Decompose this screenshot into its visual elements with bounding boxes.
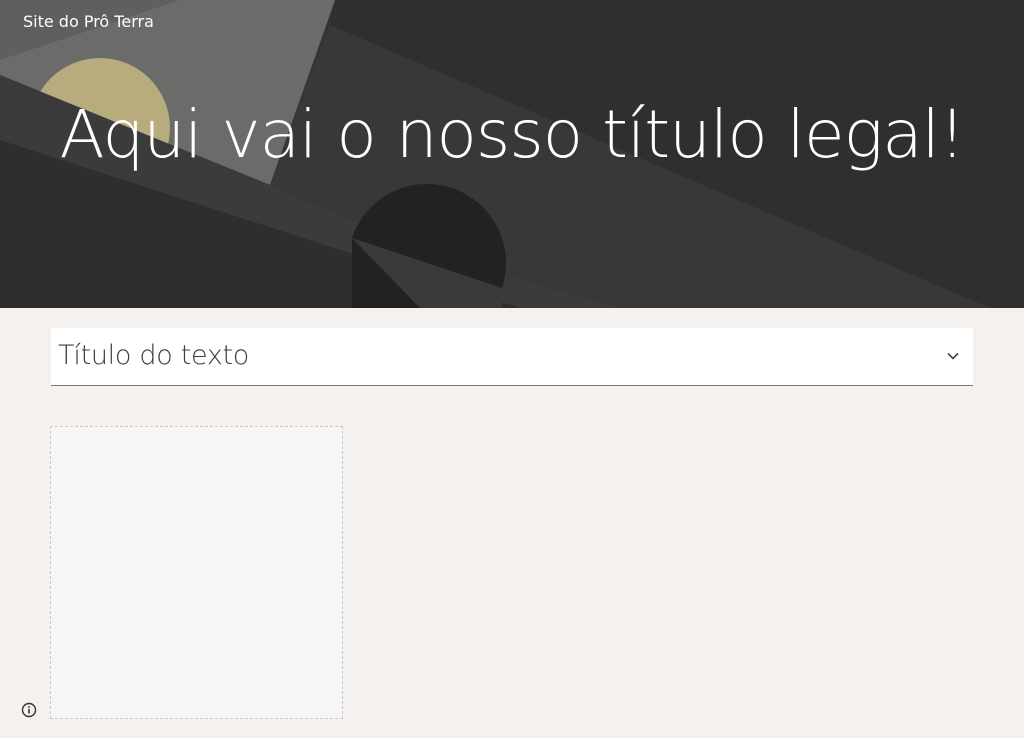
site-title[interactable]: Site do Prô Terra: [23, 12, 154, 31]
section-title: Título do texto: [58, 340, 250, 371]
hero-banner: Site do Prô Terra Aqui vai o nosso títul…: [0, 0, 1024, 308]
page: Site do Prô Terra Aqui vai o nosso títul…: [0, 0, 1024, 738]
chevron-down-icon[interactable]: [947, 350, 959, 362]
info-icon[interactable]: [21, 702, 37, 718]
image-placeholder[interactable]: [50, 426, 343, 719]
collapsible-section-header[interactable]: Título do texto: [51, 328, 973, 386]
hero-title: Aqui vai o nosso título legal!: [59, 96, 966, 173]
